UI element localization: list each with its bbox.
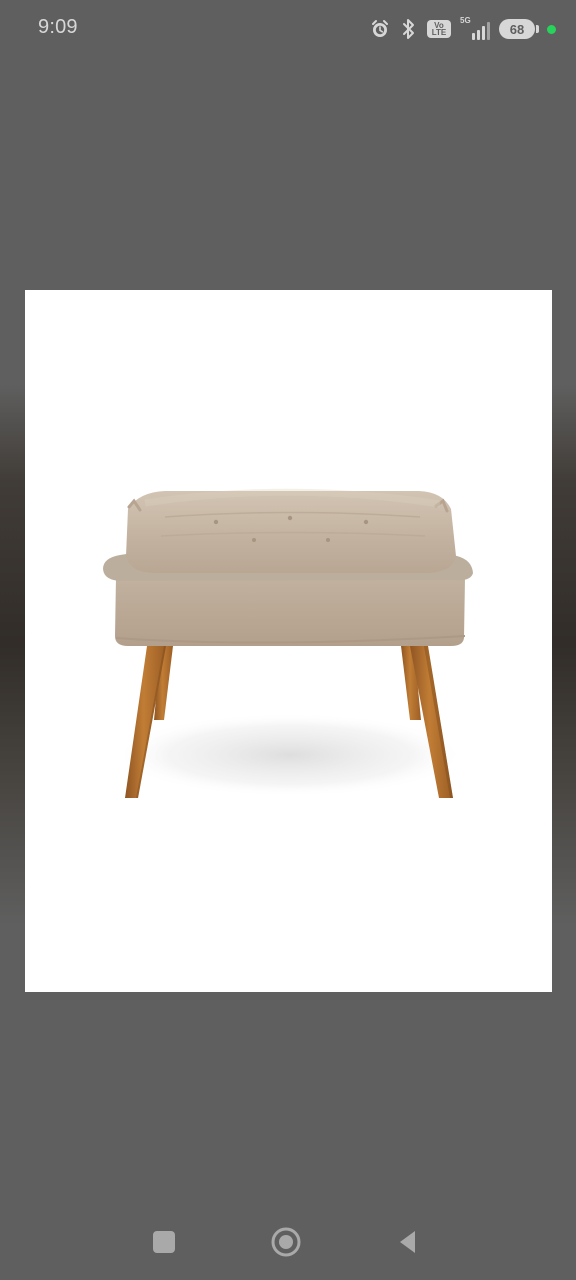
tuft-button [252,538,256,542]
status-time: 9:09 [38,16,78,38]
battery-icon: 68 [499,19,539,39]
system-navigation-bar [0,1196,576,1280]
signal-bar [482,26,485,40]
blurred-background-right [548,385,576,925]
status-bar: 9:09 Vo LTE 5G 68 [0,0,576,58]
ottoman-image [103,488,473,798]
tuft-button [326,538,330,542]
bluetooth-icon [400,17,418,41]
alarm-icon [369,18,391,40]
back-button[interactable] [389,1223,427,1261]
tuft-button [287,515,293,521]
active-indicator-dot [547,24,556,34]
volte-bottom-label: LTE [431,28,447,37]
recent-apps-icon [153,1231,175,1253]
volte-icon: Vo LTE [427,20,451,38]
signal-icon: 5G [460,16,490,41]
blurred-background-left [0,385,28,925]
image-viewer-screen: 9:09 Vo LTE 5G 68 [0,0,576,1280]
status-icons: Vo LTE 5G 68 [369,16,556,42]
network-label: 5G [460,16,471,25]
signal-bars [472,22,490,40]
tuft-button [363,519,369,525]
product-image[interactable] [25,290,552,992]
signal-bar [477,30,480,40]
home-icon [271,1227,301,1257]
signal-bar [472,33,475,40]
back-icon [400,1231,415,1253]
floor-shadow [115,713,465,797]
tuft-button [213,519,219,525]
home-button[interactable] [267,1223,305,1261]
recent-apps-button[interactable] [145,1223,183,1261]
signal-bar [487,22,490,40]
